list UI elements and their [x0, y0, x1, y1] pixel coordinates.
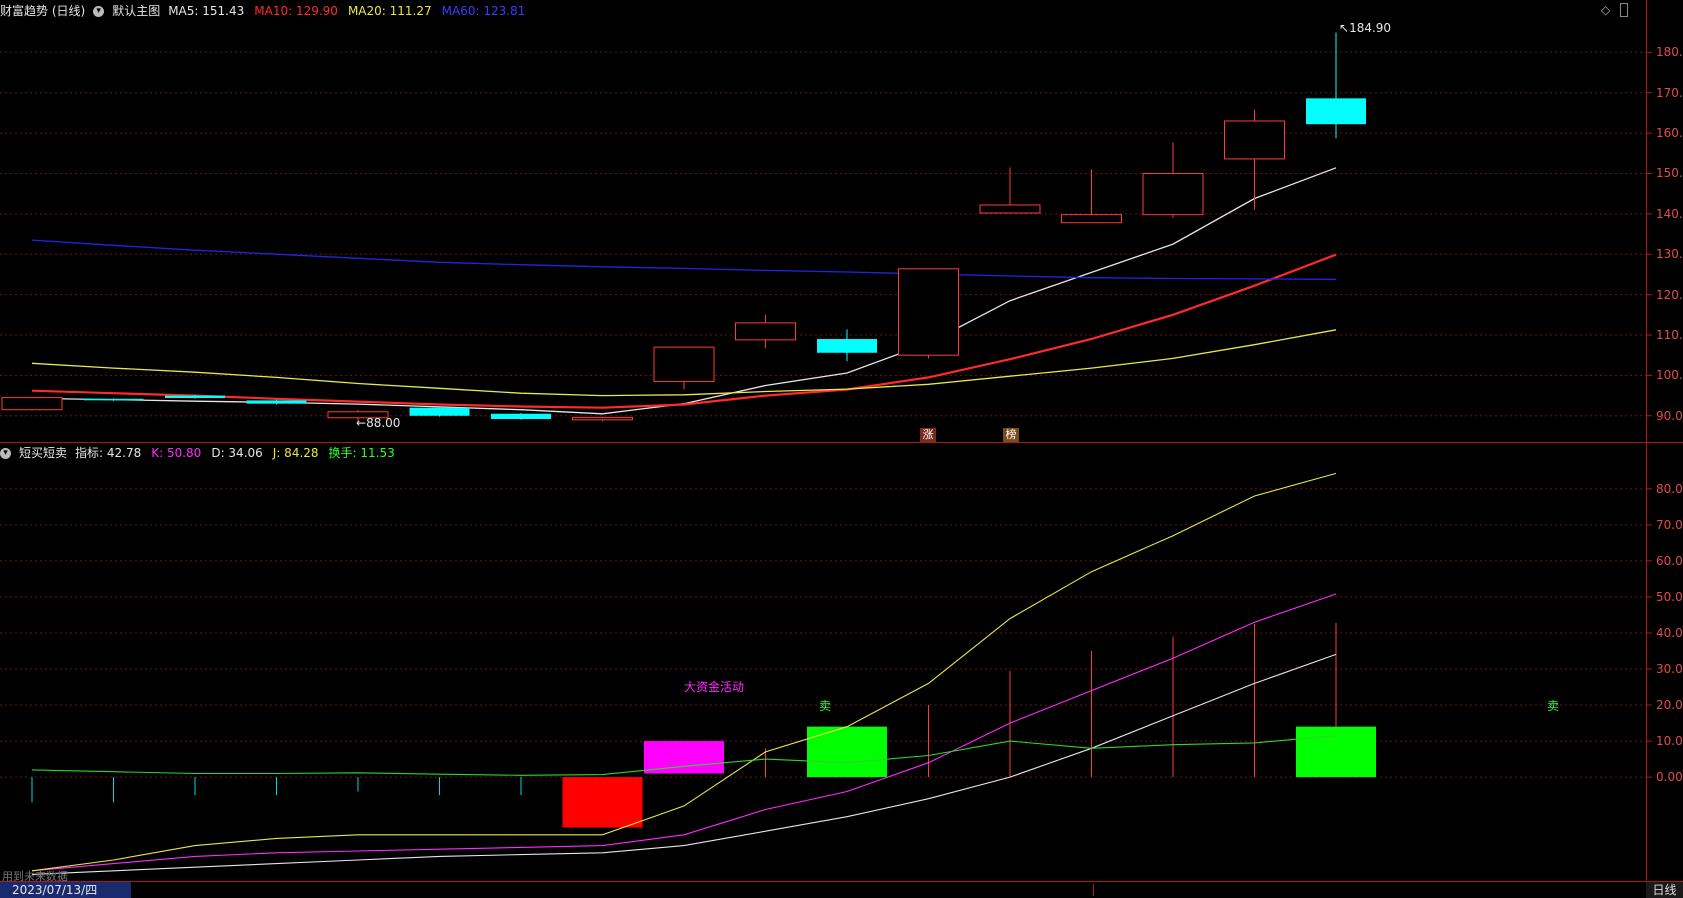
y-tick-label: 70.00 — [1656, 517, 1683, 532]
status-bar — [0, 882, 1683, 898]
y-tick-label: 60.00 — [1656, 553, 1683, 568]
arrow-icon: ← — [356, 416, 367, 430]
y-tick-label: 30.00 — [1656, 662, 1683, 676]
candle-body-up — [1142, 172, 1204, 216]
candle-body-down — [83, 398, 144, 401]
y-tick-label: 170.00 — [1656, 85, 1683, 100]
y-tick-label: 110.00 — [1656, 328, 1683, 342]
candle-body-up — [735, 322, 796, 341]
sell-label: 卖 — [819, 699, 832, 713]
candle-body-down — [491, 413, 551, 419]
low-price-label: ←88.00 — [356, 416, 401, 430]
candle-body-up — [979, 204, 1041, 214]
y-tick-label: 0.00 — [1656, 770, 1683, 785]
arrow-icon: ↖ — [1339, 21, 1350, 35]
x-axis-tick — [1093, 884, 1094, 896]
candle-body-up — [653, 346, 715, 382]
candle-body-up — [1061, 214, 1122, 224]
y-tick-label: 140.00 — [1656, 206, 1683, 221]
kline-chart[interactable] — [0, 0, 1683, 898]
signal-block-red — [562, 777, 643, 828]
y-tick-label: 40.00 — [1656, 625, 1683, 640]
y-tick-label: 80.00 — [1656, 481, 1683, 496]
candle-body-down — [165, 395, 225, 398]
y-tick-label: 10.00 — [1656, 734, 1683, 749]
y-tick-label: 20.00 — [1656, 698, 1683, 713]
y-tick-label: 150.00 — [1656, 166, 1683, 181]
tag-bang: 榜 — [1003, 428, 1019, 442]
y-tick-label: 100.00 — [1656, 368, 1683, 383]
big-fund-annotation: 大资金活动 — [684, 680, 745, 694]
date-indicator: 2023/07/13/四 — [0, 882, 131, 898]
k-line — [31, 593, 1337, 872]
candle-body-down — [817, 339, 877, 353]
signal-block-green — [1296, 726, 1376, 778]
y-tick-label: 90.00 — [1656, 408, 1683, 423]
signal-block-green — [807, 726, 887, 778]
y-tick-label: 180.00 — [1656, 45, 1683, 60]
candle-body-up — [1224, 120, 1285, 160]
candle-body-up — [1, 397, 63, 411]
candle-body-down — [1306, 98, 1366, 125]
candle-body-up — [572, 416, 633, 421]
y-tick-label: 120.00 — [1656, 287, 1683, 302]
tag-zhang: 涨 — [920, 428, 936, 442]
y-tick-label: 130.00 — [1656, 247, 1683, 262]
y-tick-label: 50.00 — [1656, 589, 1683, 604]
candle-body-up — [898, 268, 959, 356]
y-tick-label: 160.00 — [1656, 126, 1683, 141]
sell-label: 卖 — [1547, 699, 1560, 713]
high-price-label: ↖184.90 — [1339, 21, 1392, 35]
period-button[interactable]: 日线 — [1646, 882, 1683, 898]
ma-line-ma60 — [31, 239, 1337, 280]
candle-body-down — [409, 407, 470, 416]
candle-body-down — [246, 400, 307, 404]
j-line — [31, 472, 1337, 872]
